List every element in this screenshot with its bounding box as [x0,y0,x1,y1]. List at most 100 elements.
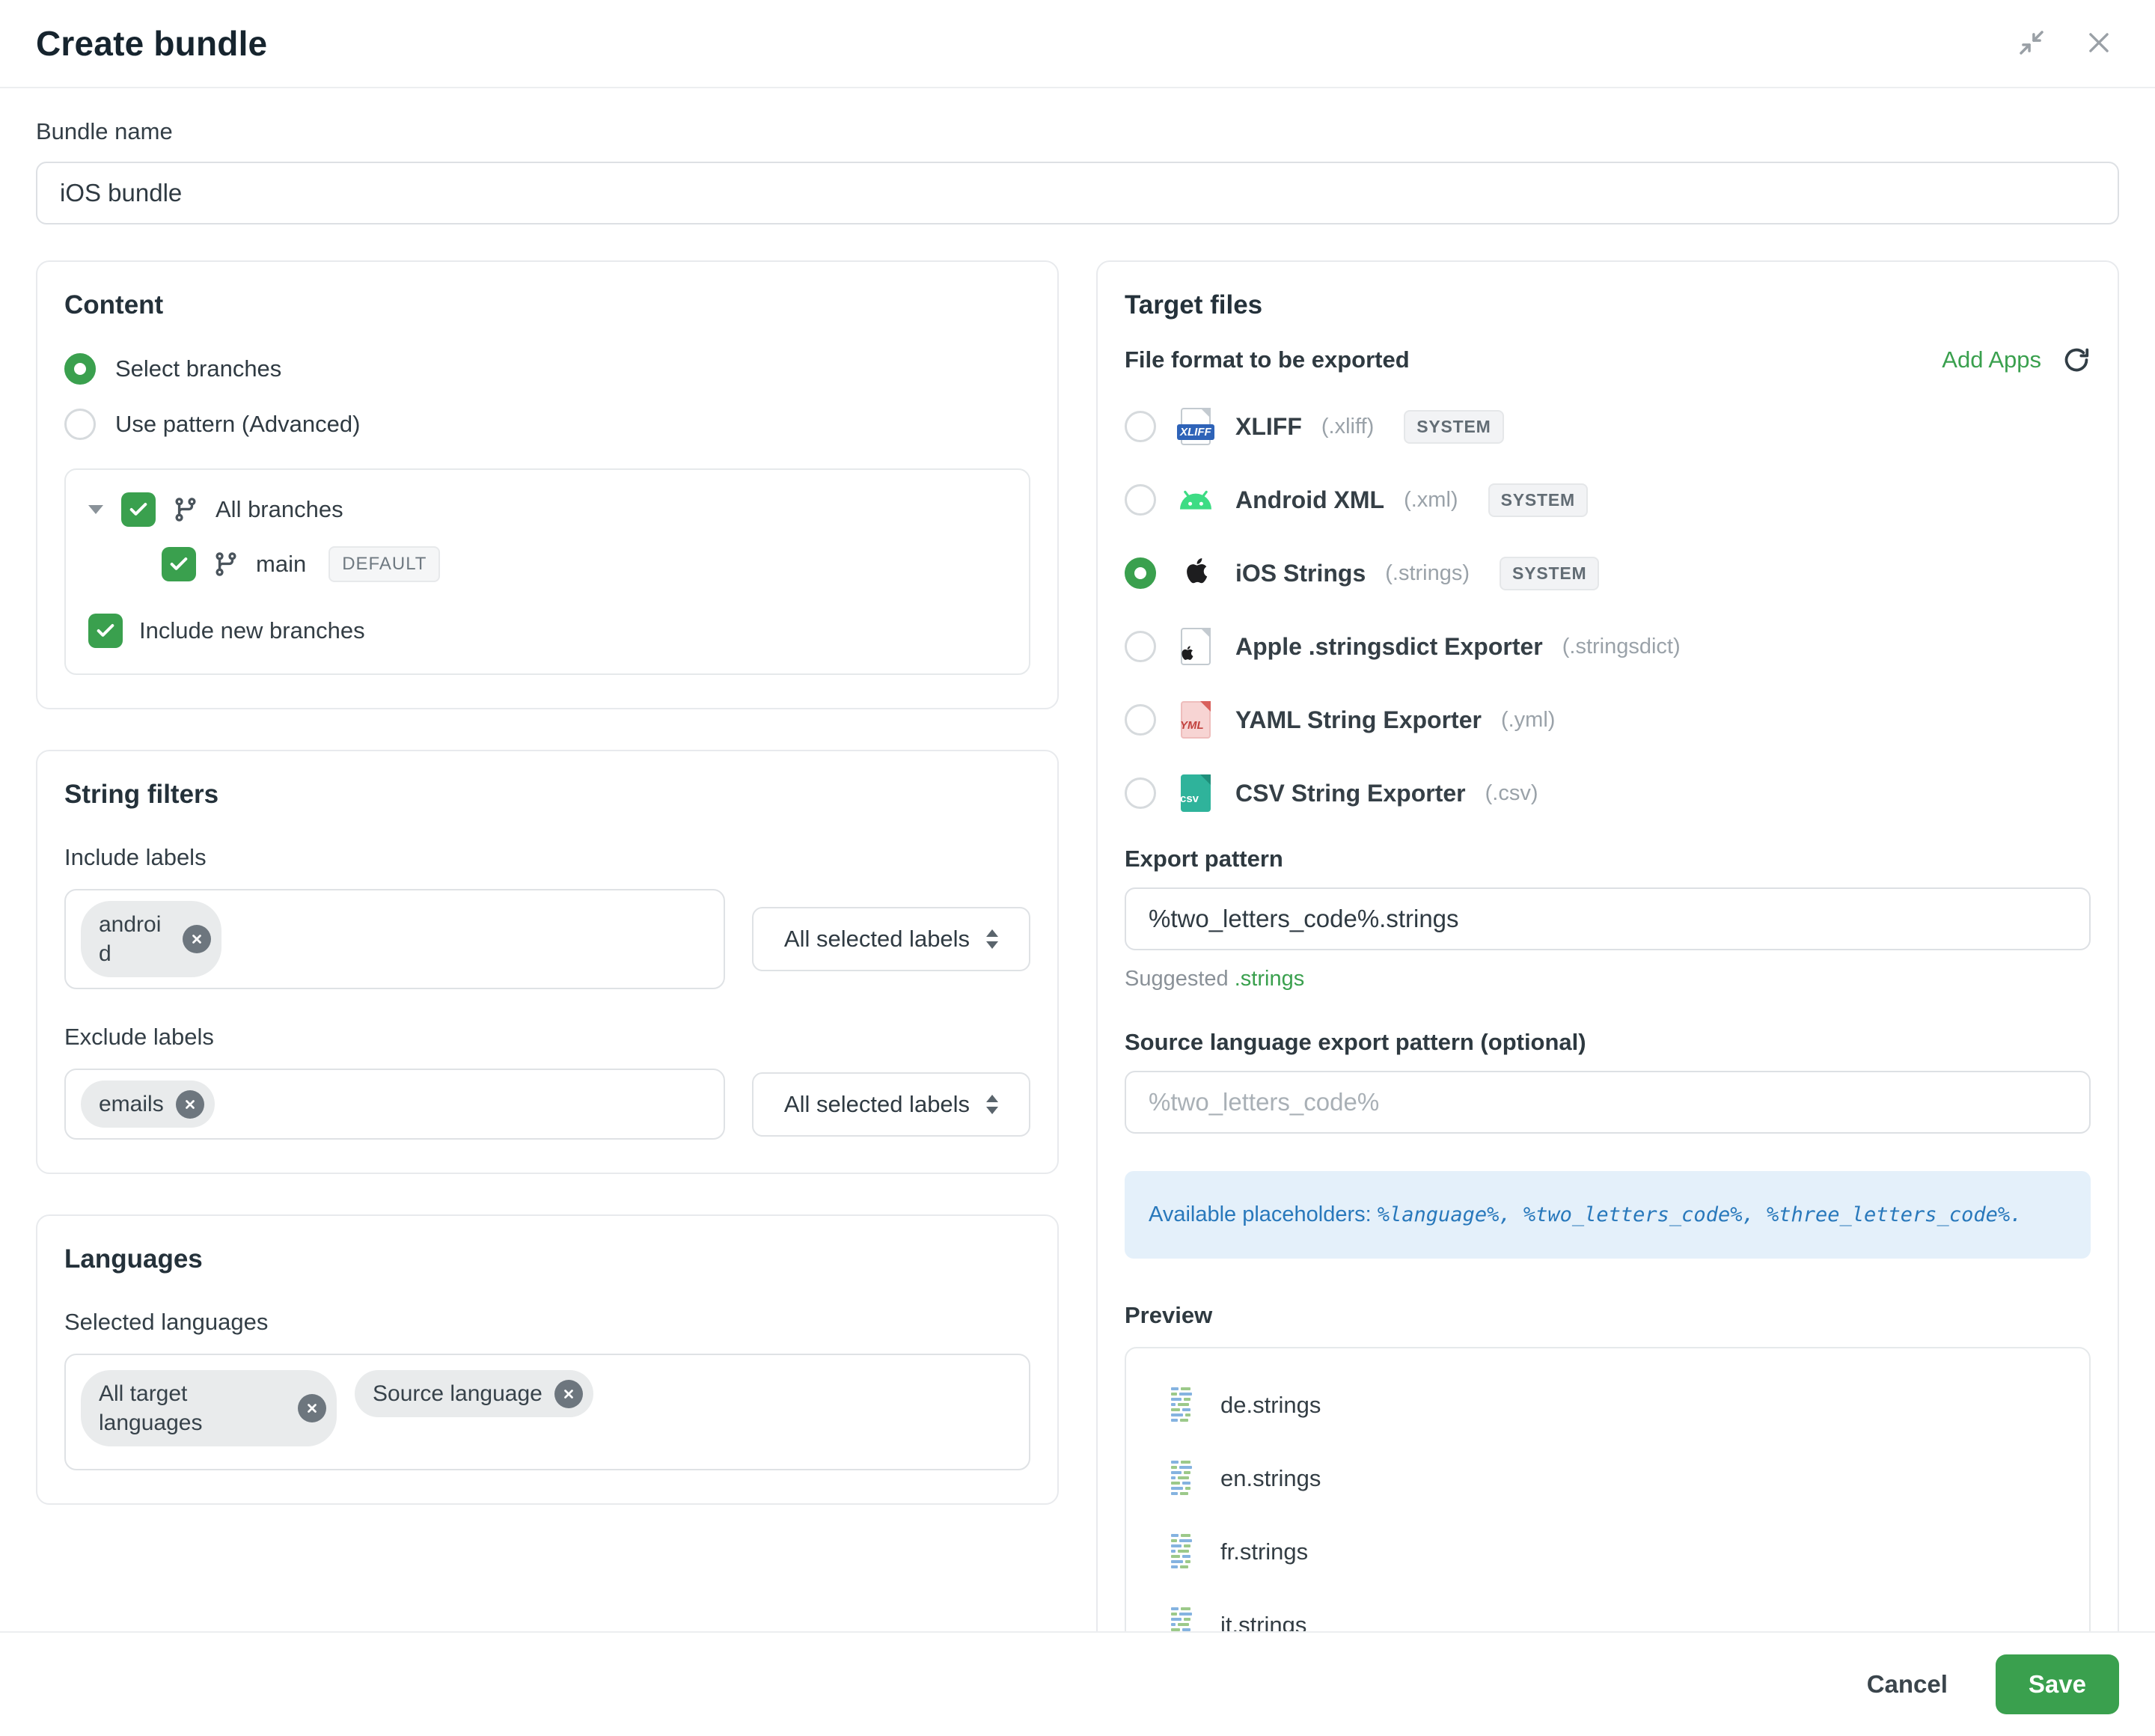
radio-unselected-icon[interactable] [64,409,96,440]
format-ext: (.strings) [1385,561,1470,586]
exclude-labels-input[interactable]: emails [64,1069,725,1140]
radio-selected-icon[interactable] [1125,557,1156,589]
refresh-icon[interactable] [2062,346,2091,374]
all-branches-checkbox[interactable] [121,492,156,527]
include-labels-dropdown[interactable]: All selected labels [752,907,1030,971]
string-filters-title: String filters [64,780,1030,810]
git-branch-icon [213,551,239,578]
format-option-android-xml[interactable]: Android XML (.xml) SYSTEM [1125,479,2091,521]
export-pattern-label: Export pattern [1125,846,2091,872]
bundle-name-label: Bundle name [36,118,2119,145]
tree-row-all-branches[interactable]: All branches [88,492,1006,527]
exclude-labels-dropdown[interactable]: All selected labels [752,1072,1030,1137]
include-new-branches-label: Include new branches [139,617,365,644]
file-name: en.strings [1220,1465,1321,1492]
language-chip-all-target: All target languages [81,1370,337,1446]
format-name: CSV String Exporter [1235,780,1466,807]
preview-file-row: it.strings [1126,1606,2089,1631]
format-ext: (.xliff) [1321,415,1374,439]
format-option-yaml[interactable]: YML YAML String Exporter (.yml) [1125,699,2091,741]
main-branch-checkbox[interactable] [162,547,196,581]
save-button[interactable]: Save [1996,1654,2119,1714]
dialog-title: Create bundle [36,23,267,64]
format-ext: (.csv) [1485,781,1538,806]
content-title: Content [64,290,1030,320]
dialog-header: Create bundle [0,0,2155,88]
git-branch-icon [172,496,199,523]
dropdown-value: All selected labels [784,926,970,953]
format-name: Android XML [1235,486,1384,514]
target-files-title: Target files [1125,290,2091,320]
preview-box: de.strings en.strings fr.strings it.stri… [1125,1347,2091,1631]
languages-card: Languages Selected languages All target … [36,1214,1059,1505]
close-icon [562,1387,575,1401]
preview-file-row: fr.strings [1126,1532,2089,1571]
strings-file-icon [1170,1532,1199,1571]
dropdown-value: All selected labels [784,1091,970,1118]
collapse-button[interactable] [2014,26,2049,61]
selected-languages-input[interactable]: All target languages Source language [64,1354,1030,1470]
radio-unselected-icon[interactable] [1125,484,1156,516]
tree-row-include-new[interactable]: Include new branches [88,614,1006,648]
placeholders-prefix: Available placeholders: [1149,1202,1372,1226]
close-icon [2084,28,2114,60]
chevron-down-icon[interactable] [88,505,103,514]
format-option-ios-strings[interactable]: iOS Strings (.strings) SYSTEM [1125,552,2091,594]
placeholder-two-letters: %two_letters_code% [1523,1203,1743,1226]
tree-row-main[interactable]: main DEFAULT [88,546,1006,582]
strings-file-icon [1170,1606,1199,1631]
placeholder-three-letters: %three_letters_code% [1767,1203,2010,1226]
radio-unselected-icon[interactable] [1125,777,1156,809]
include-labels-row: android All selected labels [64,889,1030,989]
include-labels-input[interactable]: android [64,889,725,989]
xliff-file-icon: XLIFF [1176,408,1216,445]
format-list: XLIFF XLIFF (.xliff) SYSTEM [1125,406,2091,814]
main-branch-label: main [256,551,306,578]
remove-chip-button[interactable] [176,1090,204,1119]
radio-use-pattern[interactable]: Use pattern (Advanced) [64,409,1030,440]
cancel-button[interactable]: Cancel [1862,1669,1952,1699]
format-name: YAML String Exporter [1235,706,1482,734]
remove-chip-button[interactable] [554,1380,583,1408]
exclude-labels-row: emails All selected labels [64,1069,1030,1140]
remove-chip-button[interactable] [183,925,211,953]
preview-file-row: en.strings [1126,1459,2089,1498]
radio-unselected-icon[interactable] [1125,411,1156,442]
apple-icon [1176,557,1216,590]
radio-select-branches-label: Select branches [115,355,281,382]
radio-unselected-icon[interactable] [1125,704,1156,736]
radio-selected-icon[interactable] [64,353,96,385]
check-icon [95,620,116,641]
dialog-footer: Cancel Save [0,1631,2155,1736]
close-button[interactable] [2082,26,2116,61]
format-option-xliff[interactable]: XLIFF XLIFF (.xliff) SYSTEM [1125,406,2091,447]
format-option-csv[interactable]: csv CSV String Exporter (.csv) [1125,772,2091,814]
strings-file-icon [1170,1386,1199,1425]
left-column: Content Select branches Use pattern (Adv… [36,260,1059,1505]
label-chip-android: android [81,901,221,977]
content-card: Content Select branches Use pattern (Adv… [36,260,1059,709]
export-pattern-input[interactable] [1125,887,2091,950]
language-chip-source: Source language [355,1370,593,1417]
radio-unselected-icon[interactable] [1125,631,1156,662]
format-ext: (.xml) [1404,488,1458,513]
suggested-label: Suggested [1125,967,1229,991]
radio-select-branches[interactable]: Select branches [64,353,1030,385]
csv-file-icon: csv [1176,774,1216,812]
separator: , [1499,1203,1523,1226]
format-ext: (.stringsdict) [1562,635,1681,659]
suggested-strings-link[interactable]: .strings [1235,967,1304,991]
yaml-file-icon: YML [1176,701,1216,739]
source-pattern-input[interactable] [1125,1071,2091,1134]
suggested-line: Suggested .strings [1125,967,2091,991]
add-apps-link[interactable]: Add Apps [1942,346,2041,373]
format-option-stringsdict[interactable]: Apple .stringsdict Exporter (.stringsdic… [1125,626,2091,667]
remove-chip-button[interactable] [298,1394,326,1422]
placeholders-info-box: Available placeholders: %language%, %two… [1125,1171,2091,1259]
bundle-name-input[interactable] [36,162,2119,224]
radio-use-pattern-label: Use pattern (Advanced) [115,411,360,438]
close-icon [305,1402,319,1415]
check-icon [128,499,149,520]
label-chip-emails: emails [81,1081,215,1128]
include-new-branches-checkbox[interactable] [88,614,123,648]
